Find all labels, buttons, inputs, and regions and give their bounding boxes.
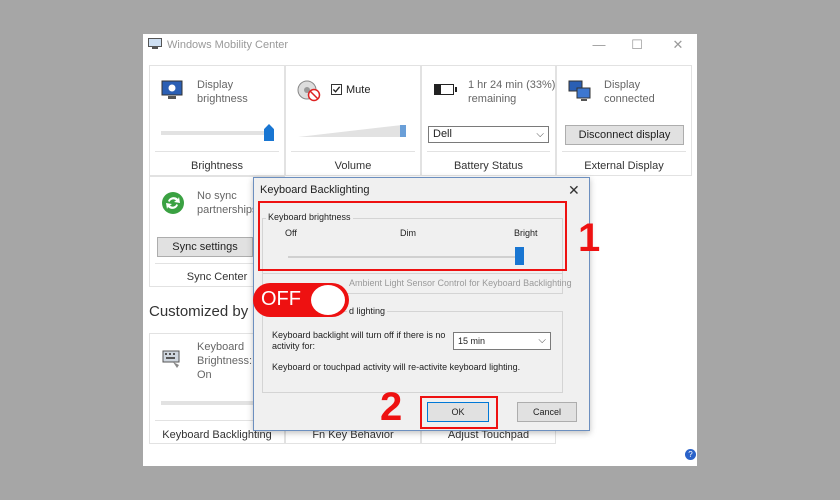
tile-divider xyxy=(562,151,686,152)
tile-divider xyxy=(155,151,279,152)
reactivate-note: Keyboard or touchpad activity will re-ac… xyxy=(272,362,521,372)
cancel-button[interactable]: Cancel xyxy=(517,402,577,422)
chevron-down-icon: ⌵ xyxy=(538,335,546,346)
toggle-state-label: OFF xyxy=(261,288,301,310)
dialog-close-icon[interactable]: ✕ xyxy=(568,182,580,199)
sync-settings-button[interactable]: Sync settings xyxy=(157,237,253,257)
maximize-button[interactable]: ☐ xyxy=(630,38,644,52)
tile-divider xyxy=(155,420,253,421)
annotation-step-1: 1 xyxy=(578,216,601,260)
mobility-center-app-icon xyxy=(148,38,162,49)
sync-text: No sync partnerships xyxy=(197,190,258,216)
mute-label: Mute xyxy=(346,84,371,96)
speaker-muted-icon xyxy=(297,80,321,102)
display-text: Display connected xyxy=(604,79,655,105)
volume-slider[interactable] xyxy=(298,123,408,138)
sync-icon xyxy=(162,192,184,214)
close-button[interactable]: ✕ xyxy=(671,38,685,52)
battery-tile-label: Battery Status xyxy=(453,160,524,172)
tile-divider xyxy=(427,151,550,152)
ambient-light-checkbox-label[interactable]: Ambient Light Sensor Control for Keyboar… xyxy=(349,278,572,288)
brightness-slider-track[interactable] xyxy=(161,131,274,135)
tile-divider xyxy=(291,151,415,152)
battery-icon-tip xyxy=(455,87,457,92)
battery-text: 1 hr 24 min (33%) remaining xyxy=(468,79,556,105)
battery-icon xyxy=(434,84,454,95)
brightness-tile-label: Brightness xyxy=(191,160,243,172)
keyboard-backlight-icon xyxy=(162,350,180,368)
display-tile-label: External Display xyxy=(584,160,664,172)
annotation-box-brightness xyxy=(258,201,567,271)
window-title: Windows Mobility Center xyxy=(167,39,289,51)
toggle-knob xyxy=(311,285,345,315)
timeout-select[interactable]: 15 min ⌵ xyxy=(453,332,551,350)
chevron-down-icon: ⌵ xyxy=(536,129,544,140)
brightness-text: Display brightness xyxy=(197,79,248,105)
keyboard-slider-track[interactable] xyxy=(161,401,253,405)
customized-heading: Customized by xyxy=(149,303,249,320)
help-icon[interactable]: ? xyxy=(685,449,696,460)
annotation-step-2: 2 xyxy=(380,385,403,429)
dialog-title: Keyboard Backlighting xyxy=(260,184,370,196)
power-plan-select[interactable]: Dell ⌵ xyxy=(428,126,549,143)
external-display-icon xyxy=(568,80,591,101)
volume-tile-label: Volume xyxy=(334,160,372,172)
display-brightness-icon xyxy=(161,80,183,99)
keyboard-text: Keyboard Brightness: On xyxy=(197,341,253,381)
minimize-button[interactable]: — xyxy=(592,38,606,52)
checkmark-icon xyxy=(332,86,341,93)
mute-checkbox[interactable] xyxy=(331,84,342,95)
tile-divider xyxy=(155,263,253,264)
lighting-group-label: d lighting xyxy=(347,306,388,316)
lighting-timeout-group xyxy=(262,311,563,393)
disconnect-display-button[interactable]: Disconnect display xyxy=(565,125,684,145)
annotation-box-ok xyxy=(420,396,498,429)
timeout-label: Keyboard backlight will turn off if ther… xyxy=(272,330,446,351)
